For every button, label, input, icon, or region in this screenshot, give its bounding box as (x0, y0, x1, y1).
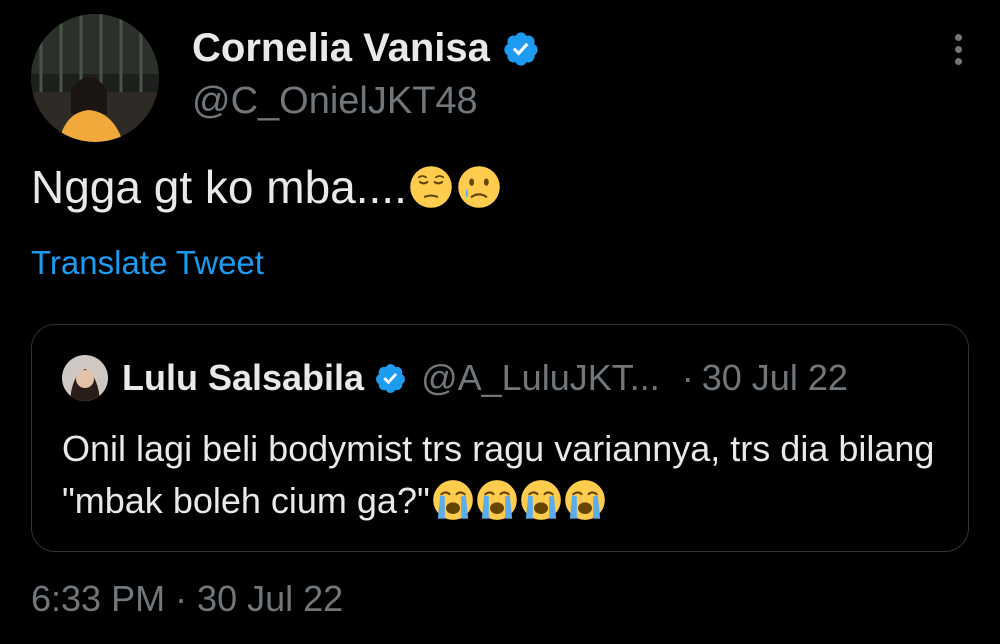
quoted-tweet-header: Lulu Salsabila @A_LuluJKT... · 30 Jul 22 (62, 355, 848, 401)
author-name-text[interactable]: Cornelia Vanisa (192, 26, 490, 71)
quoted-tweet-text: Onil lagi beli bodymist trs ragu variann… (62, 423, 942, 527)
verified-badge-icon (376, 363, 406, 393)
more-options-icon[interactable] (952, 34, 964, 74)
quoted-separator: · (681, 357, 694, 398)
tweet-text: Ngga gt ko mba.... (31, 160, 501, 214)
author-avatar[interactable] (31, 14, 159, 142)
loudly-crying-face-emoji-icon (564, 480, 605, 520)
author-name[interactable]: Cornelia Vanisa (192, 26, 540, 71)
author-handle[interactable]: @C_OnielJKT48 (192, 80, 478, 123)
translate-tweet-link[interactable]: Translate Tweet (31, 244, 264, 282)
loudly-crying-face-emoji-icon (432, 480, 473, 520)
tweet-text-body: Ngga gt ko mba.... (31, 161, 407, 213)
quoted-author-avatar[interactable] (62, 355, 108, 401)
loudly-crying-face-emoji-icon (476, 480, 517, 520)
tweet: Cornelia Vanisa @C_OnielJKT48 Ngga gt ko… (0, 0, 1000, 644)
quoted-date[interactable]: 30 Jul 22 (702, 357, 848, 399)
tweet-timestamp[interactable]: 6:33 PM · 30 Jul 22 (31, 578, 343, 620)
quoted-emoji-group (430, 480, 606, 521)
quoted-tweet-card[interactable]: Lulu Salsabila @A_LuluJKT... · 30 Jul 22… (31, 324, 969, 552)
quoted-author-name[interactable]: Lulu Salsabila (122, 357, 364, 399)
loudly-crying-face-emoji-icon (520, 480, 561, 520)
crying-face-emoji-icon (458, 166, 500, 208)
quoted-author-handle[interactable]: @A_LuluJKT... (421, 357, 660, 399)
verified-badge-icon (504, 31, 538, 66)
pensive-face-emoji-icon (410, 166, 452, 208)
